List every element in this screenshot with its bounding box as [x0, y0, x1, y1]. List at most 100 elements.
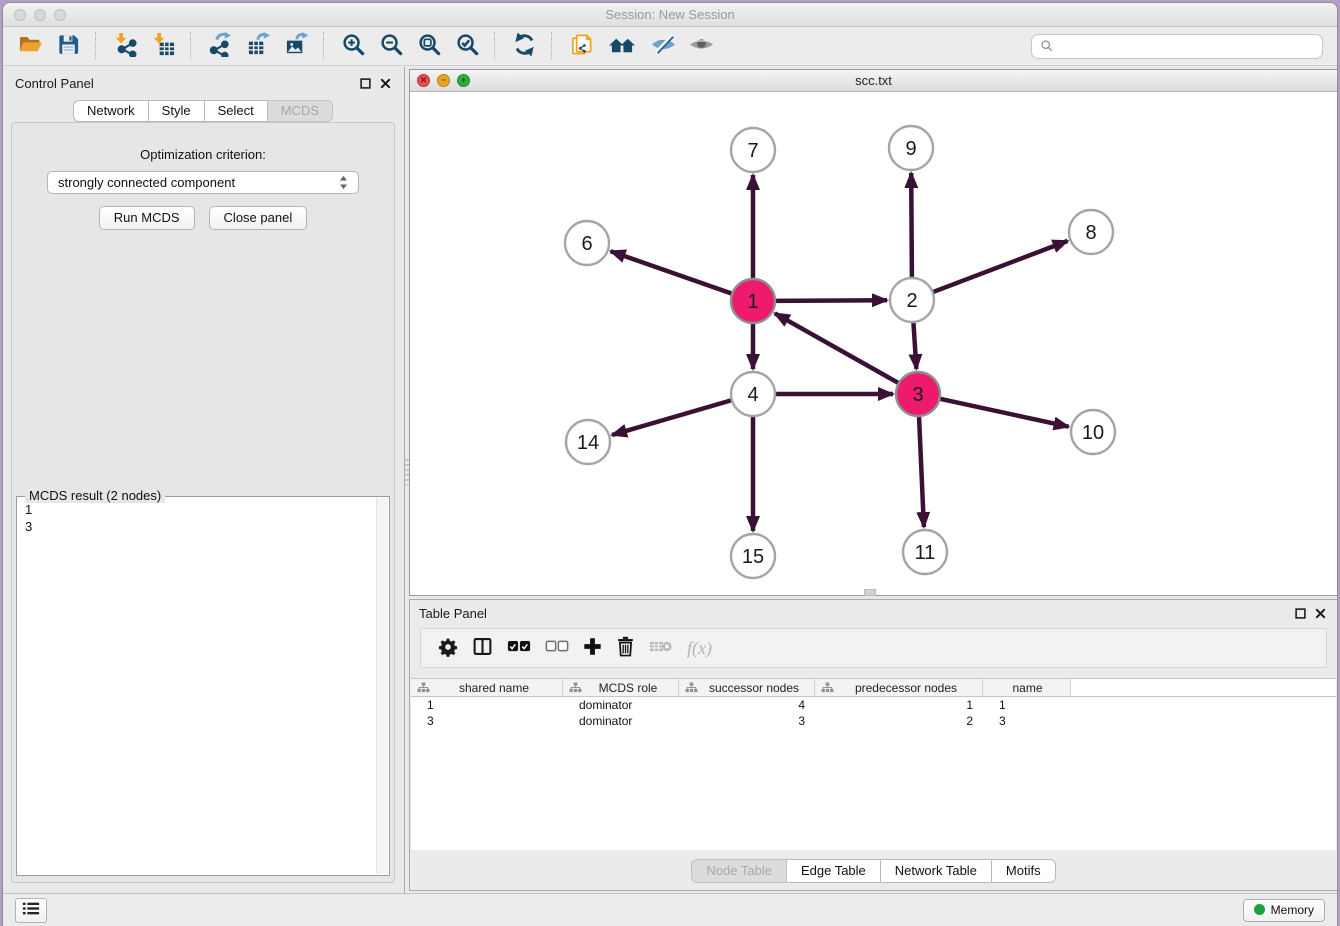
network-canvas[interactable]: 1 2 3 4 6 7 8 9 10 11 14 15 [410, 92, 1337, 595]
close-panel-button[interactable]: Close panel [209, 206, 308, 230]
table-cell[interactable]: 3 [983, 714, 1071, 728]
frame-maximize-button[interactable]: + [457, 74, 470, 87]
refresh-view-button[interactable] [507, 30, 541, 62]
graph-node-2[interactable]: 2 [890, 278, 934, 322]
window-minimize-button[interactable] [34, 9, 46, 21]
hide-graphics-details-button[interactable] [646, 30, 680, 62]
mcds-result-text[interactable]: 1 3 [25, 501, 371, 873]
column-layout-button[interactable] [465, 631, 500, 665]
graph-edge-2-8[interactable] [933, 241, 1068, 292]
window-zoom-button[interactable] [54, 9, 66, 21]
memory-button[interactable]: Memory [1243, 899, 1325, 922]
graph-node-6[interactable]: 6 [565, 221, 609, 265]
graph-node-14[interactable]: 14 [566, 420, 610, 464]
import-table-button[interactable] [146, 30, 180, 62]
tab-select[interactable]: Select [205, 100, 268, 122]
export-image-button[interactable] [279, 30, 313, 62]
workspace: Control Panel NetworkStyleSelectMCDS Opt… [3, 67, 1337, 893]
close-panel-icon[interactable] [380, 78, 391, 89]
table-tab-node-table[interactable]: Node Table [691, 859, 787, 883]
panel-split-divider[interactable] [404, 67, 408, 893]
float-panel-icon[interactable] [1295, 608, 1306, 619]
export-network-button[interactable] [203, 30, 237, 62]
column-header-mcds-role[interactable]: MCDS role [563, 679, 679, 696]
graph-edge-1-6[interactable] [611, 251, 733, 294]
deselect-all-columns-button[interactable] [538, 631, 576, 665]
graph-edge-1-2[interactable] [775, 300, 887, 301]
graph-node-9[interactable]: 9 [889, 126, 933, 170]
import-network-button[interactable] [108, 30, 142, 62]
optimization-criterion-dropdown[interactable]: strongly connected component [47, 171, 359, 194]
frame-resize-grip[interactable] [864, 589, 876, 596]
graph-node-4[interactable]: 4 [731, 372, 775, 416]
zoom-in-button[interactable] [336, 30, 370, 62]
result-scrollbar[interactable] [376, 498, 388, 874]
float-panel-icon[interactable] [360, 78, 371, 89]
graph-node-3[interactable]: 3 [896, 372, 940, 416]
zoom-out-button[interactable] [374, 30, 408, 62]
table-cell[interactable]: 1 [983, 698, 1071, 712]
export-table-button[interactable] [241, 30, 275, 62]
graph-edge-3-11[interactable] [919, 416, 924, 527]
table-cell[interactable]: dominator [563, 698, 679, 712]
create-column-button[interactable] [576, 631, 609, 665]
zoom-fit-button[interactable] [412, 30, 446, 62]
tab-network[interactable]: Network [73, 100, 149, 122]
graph-edge-3-1[interactable] [775, 313, 899, 383]
window-titlebar: Session: New Session [3, 3, 1337, 27]
select-all-columns-button[interactable] [500, 631, 538, 665]
table-settings-button[interactable] [431, 631, 465, 665]
column-header-name[interactable]: name [983, 679, 1071, 696]
window-close-button[interactable] [14, 9, 26, 21]
table-tab-motifs[interactable]: Motifs [992, 859, 1056, 883]
graph-edge-3-10[interactable] [940, 399, 1069, 427]
table-cell[interactable]: 3 [679, 714, 815, 728]
graph-edge-4-14[interactable] [612, 400, 732, 435]
duplicate-page-button[interactable] [564, 30, 598, 62]
tab-style[interactable]: Style [149, 100, 205, 122]
table-row[interactable]: 3dominator323 [411, 713, 1336, 729]
network-graph[interactable]: 1 2 3 4 6 7 8 9 10 11 14 15 [410, 92, 1337, 595]
run-mcds-button[interactable]: Run MCDS [99, 206, 195, 230]
table-tab-network-table[interactable]: Network Table [881, 859, 992, 883]
graph-edge-2-3[interactable] [913, 322, 916, 369]
table-cell[interactable]: 1 [411, 698, 563, 712]
toolbar-separator [95, 32, 98, 60]
graph-node-15[interactable]: 15 [731, 534, 775, 578]
zoom-in-icon [341, 32, 366, 60]
table-cell[interactable]: dominator [563, 714, 679, 728]
show-graphics-details-button[interactable] [684, 30, 718, 62]
search-field[interactable] [1031, 34, 1323, 59]
table-cell[interactable]: 4 [679, 698, 815, 712]
table-tab-edge-table[interactable]: Edge Table [787, 859, 881, 883]
table-cell[interactable]: 2 [815, 714, 983, 728]
network-frame-title: scc.txt [410, 70, 1337, 91]
graph-node-1[interactable]: 1 [731, 279, 775, 323]
graph-node-11[interactable]: 11 [903, 530, 947, 574]
open-session-button[interactable] [13, 30, 47, 62]
task-history-button[interactable] [15, 898, 47, 923]
close-panel-icon[interactable] [1315, 608, 1326, 619]
graph-node-7[interactable]: 7 [731, 128, 775, 172]
status-bar: Memory [3, 893, 1337, 926]
table-row[interactable]: 1dominator411 [411, 697, 1336, 713]
frame-traffic-lights: ✕ − + [417, 74, 470, 87]
column-header-successor-nodes[interactable]: successor nodes [679, 679, 815, 696]
delete-column-button[interactable] [609, 631, 642, 665]
search-input[interactable] [1059, 39, 1314, 54]
graph-node-8[interactable]: 8 [1069, 210, 1113, 254]
list-icon [22, 901, 40, 919]
column-header-shared-name[interactable]: shared name [411, 679, 563, 696]
network-overview-button[interactable] [602, 30, 642, 62]
frame-close-button[interactable]: ✕ [417, 74, 430, 87]
graph-edge-2-9[interactable] [911, 173, 912, 278]
zoom-selected-button[interactable] [450, 30, 484, 62]
column-header-predecessor-nodes[interactable]: predecessor nodes [815, 679, 983, 696]
graph-node-10[interactable]: 10 [1071, 410, 1115, 454]
table-cell[interactable]: 3 [411, 714, 563, 728]
frame-minimize-button[interactable]: − [437, 74, 450, 87]
table-cell[interactable]: 1 [815, 698, 983, 712]
tab-mcds[interactable]: MCDS [268, 100, 333, 122]
svg-text:8: 8 [1085, 222, 1096, 244]
save-session-button[interactable] [51, 30, 85, 62]
